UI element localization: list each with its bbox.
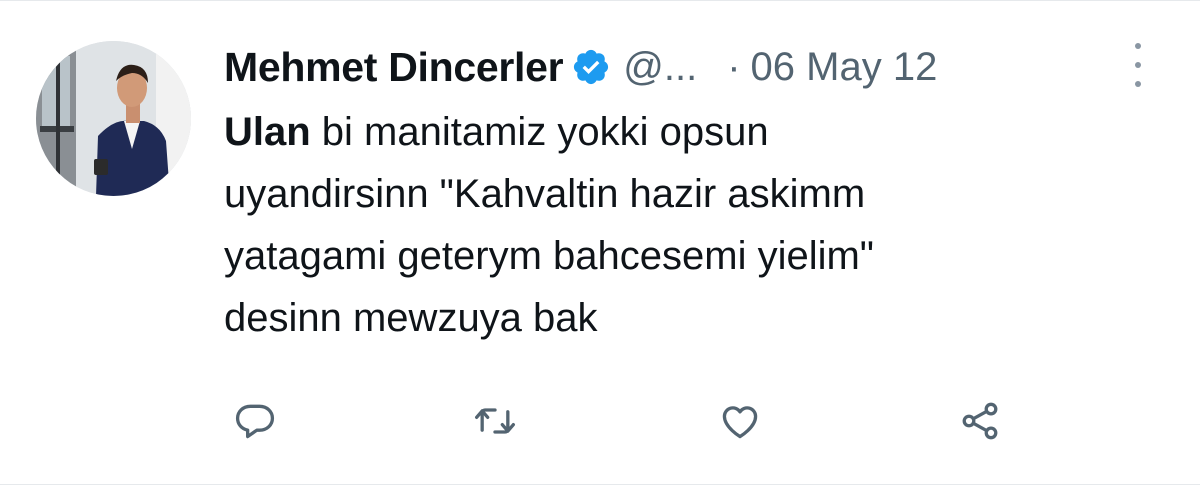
like-icon xyxy=(722,406,758,439)
like-button[interactable] xyxy=(710,391,770,451)
more-options-icon[interactable] xyxy=(1128,43,1148,87)
tweet-text-line-4: desinn mewzuya bak xyxy=(224,296,598,340)
tweet-date[interactable]: 06 May 12 xyxy=(751,45,938,90)
tweet-text-first-word: Ulan xyxy=(224,110,311,154)
tweet-header: Mehmet Dincerler @... · 06 May 12 xyxy=(224,37,1174,97)
tweet-card[interactable]: Mehmet Dincerler @... · 06 May 12 Ulan b… xyxy=(0,0,1200,485)
avatar-photo xyxy=(36,41,191,196)
tweet-text-line-1: Ulan bi manitamiz yokki opsun xyxy=(224,101,1154,163)
tweet-text-line-2: uyandirsinn "Kahvaltin hazir askimm xyxy=(224,172,866,216)
reply-button[interactable] xyxy=(225,391,285,451)
action-bar xyxy=(0,391,1200,451)
tweet-text: Ulan bi manitamiz yokki opsun uyandirsin… xyxy=(224,101,1154,349)
avatar[interactable] xyxy=(36,41,191,196)
author-handle[interactable]: @... xyxy=(623,45,697,90)
tweet-text-line-3: yatagami geterym bahcesemi yielim" xyxy=(224,234,874,278)
share-button[interactable] xyxy=(950,391,1010,451)
retweet-button[interactable] xyxy=(465,391,525,451)
separator-dot: · xyxy=(727,44,741,89)
share-icon xyxy=(962,402,998,440)
retweet-icon xyxy=(475,408,515,434)
tweet-text-line-1-rest: bi manitamiz yokki opsun xyxy=(310,110,769,154)
author-name[interactable]: Mehmet Dincerler xyxy=(224,44,564,91)
reply-icon xyxy=(235,404,275,439)
verified-badge-icon xyxy=(571,47,611,87)
